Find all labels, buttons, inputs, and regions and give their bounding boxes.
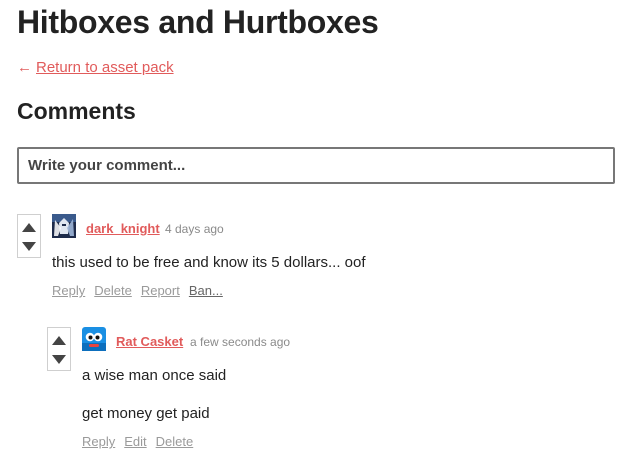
reply-link[interactable]: Reply [82, 434, 115, 449]
comment-timestamp: a few seconds ago [190, 335, 291, 349]
downvote-arrow-icon[interactable] [22, 242, 36, 251]
delete-link[interactable]: Delete [156, 434, 194, 449]
reply-link[interactable]: Reply [52, 283, 85, 298]
return-link[interactable]: ← Return to asset pack [17, 59, 174, 76]
avatar[interactable] [52, 214, 76, 238]
comment-input[interactable] [17, 147, 615, 184]
upvote-arrow-icon[interactable] [52, 336, 66, 345]
knight-avatar-icon [52, 214, 76, 238]
comment-author-link[interactable]: Rat Casket [116, 334, 183, 349]
comment-text-line: a wise man once said [82, 367, 227, 384]
vote-widget [47, 327, 71, 371]
left-arrow-icon: ← [17, 59, 32, 76]
ban-link[interactable]: Ban... [189, 283, 223, 298]
report-link[interactable]: Report [141, 283, 180, 298]
downvote-arrow-icon[interactable] [52, 355, 66, 364]
return-link-label: Return to asset pack [36, 59, 174, 76]
comments-heading: Comments [17, 98, 136, 124]
comment-text-line: get money get paid [82, 405, 210, 422]
upvote-arrow-icon[interactable] [22, 223, 36, 232]
page-title: Hitboxes and Hurtboxes [17, 4, 379, 40]
vote-widget [17, 214, 41, 258]
comment-actions: Reply Edit Delete [82, 434, 202, 449]
delete-link[interactable]: Delete [94, 283, 132, 298]
comment-text: this used to be free and know its 5 doll… [52, 254, 366, 271]
robot-face-avatar-icon [82, 327, 106, 351]
comment-actions: Reply Delete Report Ban... [52, 283, 232, 298]
avatar[interactable] [82, 327, 106, 351]
edit-link[interactable]: Edit [124, 434, 146, 449]
comment-timestamp: 4 days ago [165, 222, 224, 236]
comment-author-link[interactable]: dark_knight [86, 221, 160, 236]
